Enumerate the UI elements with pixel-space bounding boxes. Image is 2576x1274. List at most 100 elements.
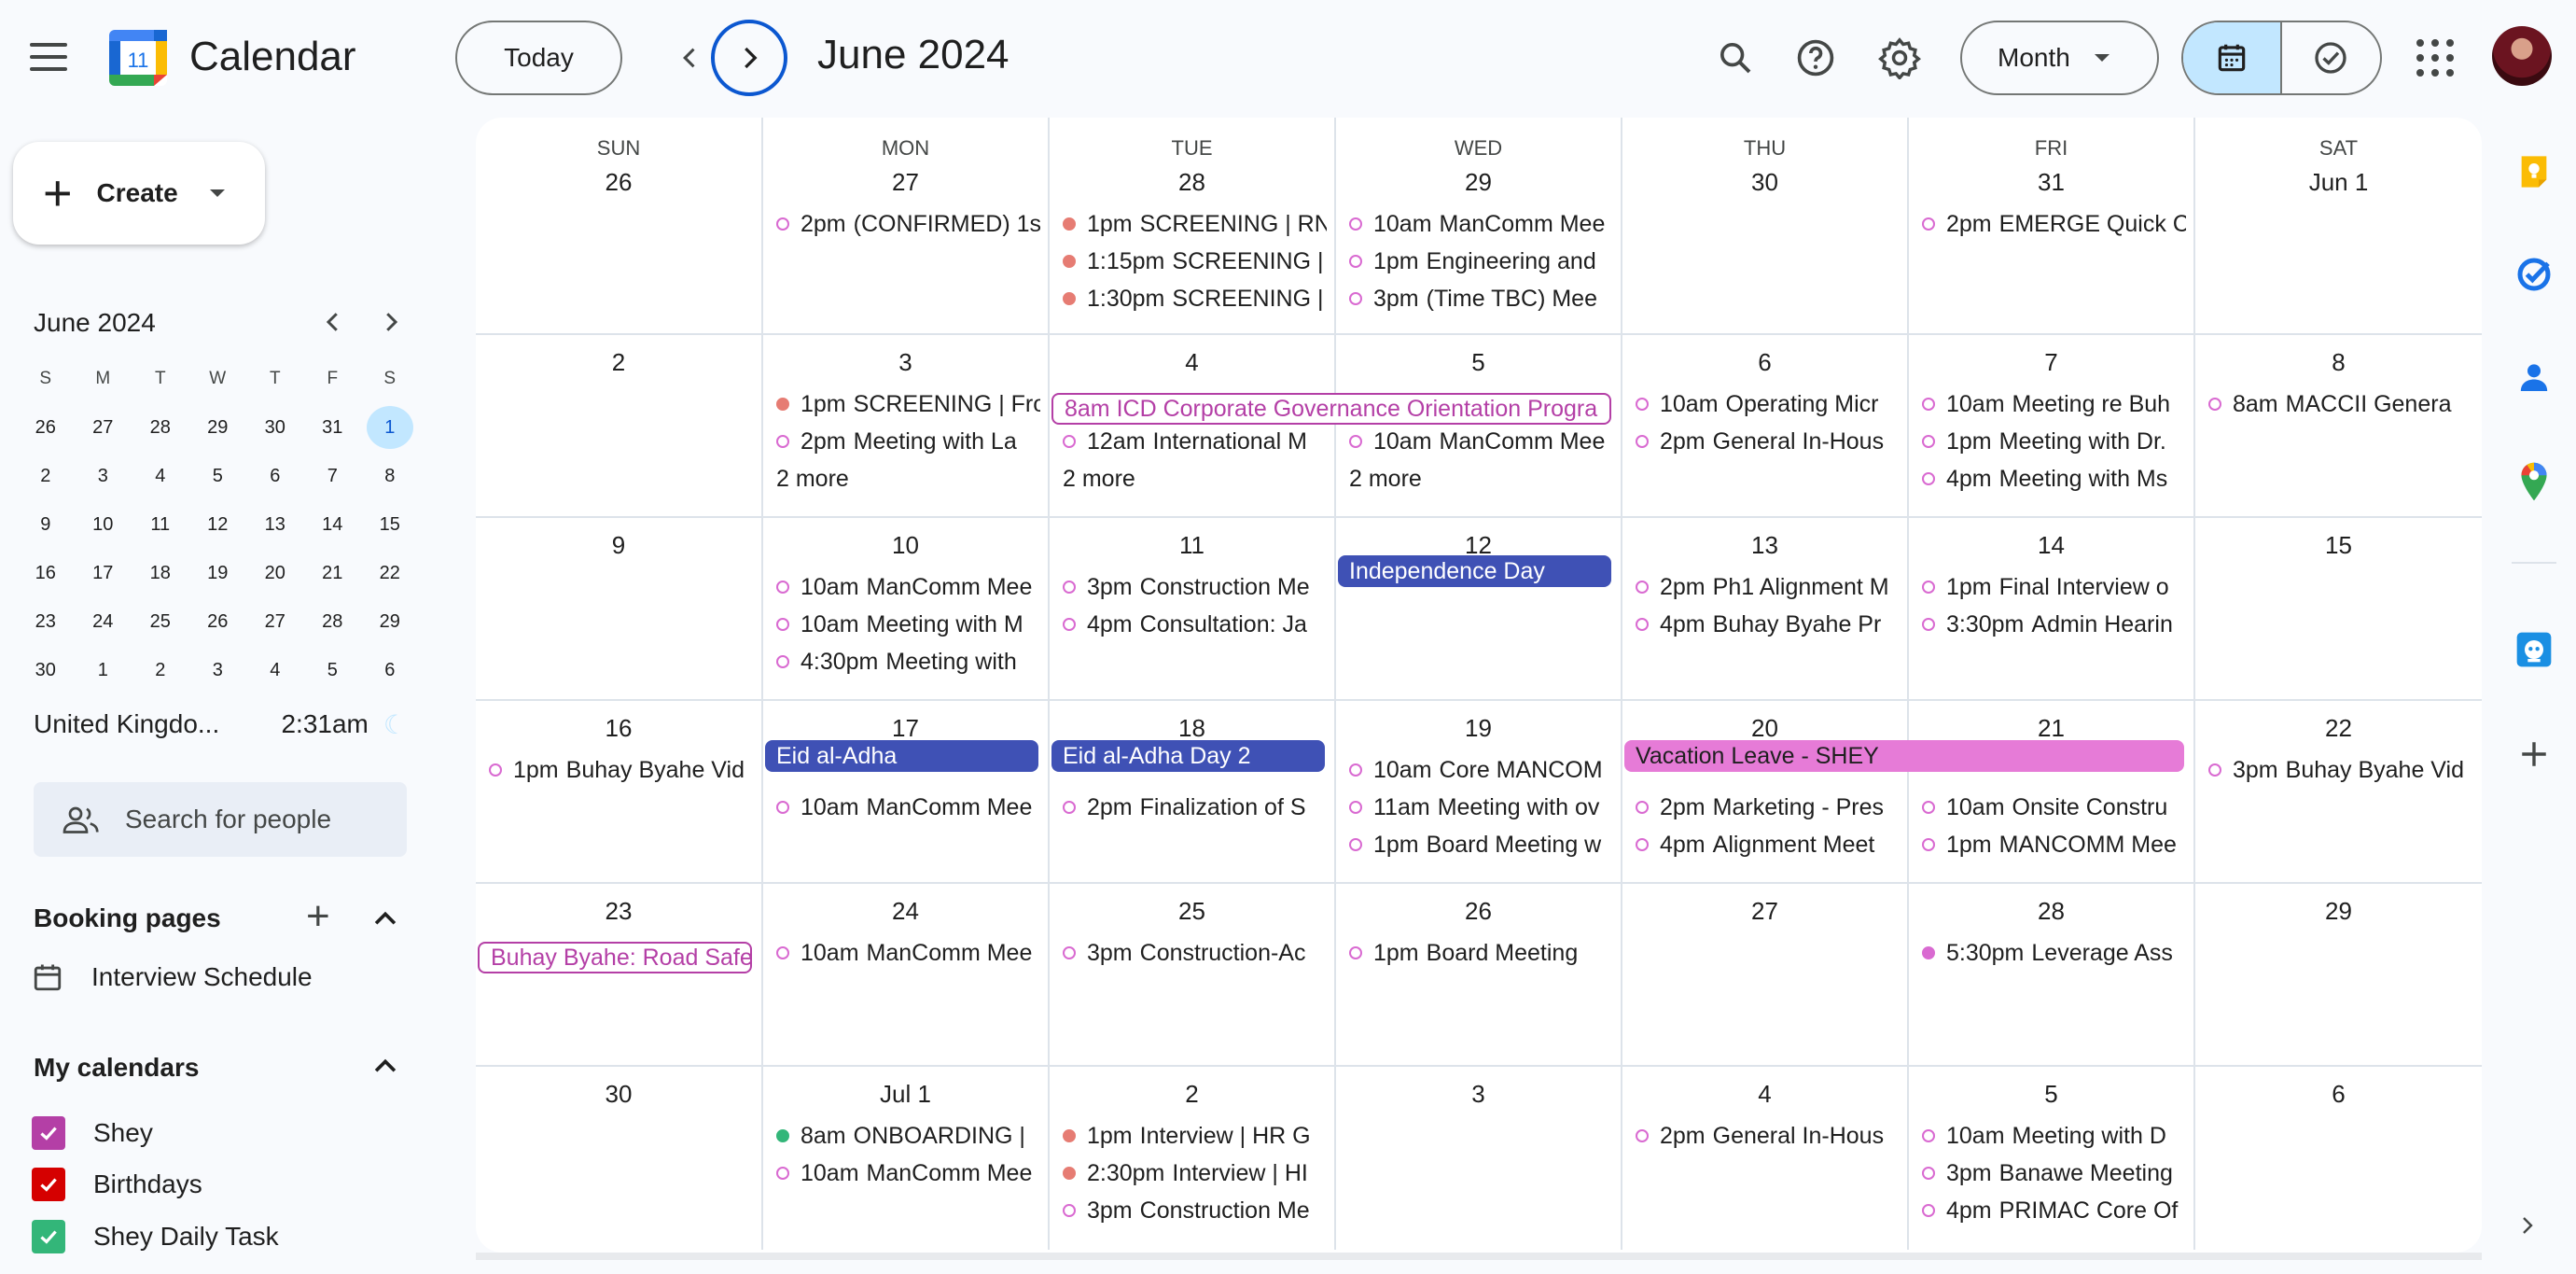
day-cell[interactable]: Jul 1 8am ONBOARDING | 10am ManComm Mee [763,1067,1050,1250]
day-cell[interactable]: 10 10am ManComm Mee 10am Meeting with M 4:30p… [763,518,1050,701]
event-chip[interactable]: 2:30pm Interview | HI [1063,1155,1327,1192]
event-chip[interactable]: 3pm Banawe Meeting [1922,1155,2186,1192]
day-number[interactable]: 14 [1909,531,2193,560]
mini-day[interactable]: 12 [189,500,247,549]
day-number[interactable]: 19 [1336,714,1621,743]
event-chip[interactable]: 3:30pm Admin Hearin [1922,606,2186,643]
day-number[interactable]: 15 [2195,531,2482,560]
day-number[interactable]: 26 [476,168,761,197]
horizontal-scrollbar[interactable] [476,1253,2482,1260]
more-events-link[interactable]: 2 more [776,466,849,493]
all-day-event-banner[interactable]: Independence Day [1338,555,1611,587]
event-chip[interactable]: 4pm Buhay Byahe Pr [1636,606,1900,643]
event-chip[interactable]: 1pm SCREENING | Fro [776,385,1040,423]
calendar-item[interactable]: Birthdays [32,1168,202,1201]
mini-day[interactable]: 30 [17,646,75,694]
event-chip[interactable]: 3pm (Time TBC) Mee [1349,280,1613,317]
day-cell[interactable]: FRI 31 2pm EMERGE Quick C [1909,118,2195,335]
event-chip[interactable]: 1:15pm SCREENING | [1063,243,1327,280]
account-avatar[interactable] [2492,26,2552,86]
day-number[interactable]: 9 [476,531,761,560]
day-number[interactable]: 29 [2195,897,2482,926]
mini-day[interactable]: 26 [189,597,247,646]
main-menu-icon[interactable] [22,34,75,80]
event-chip[interactable]: 10am ManComm Mee [776,1155,1040,1192]
mini-day[interactable]: 6 [246,452,304,500]
mini-day[interactable]: 26 [17,403,75,452]
contacts-icon[interactable] [2513,357,2555,398]
event-chip[interactable]: 12am International M [1063,423,1327,460]
event-chip[interactable]: 2pm Meeting with La [776,423,1040,460]
day-cell[interactable]: 17 10am ManComm Mee [763,701,1050,884]
today-button[interactable]: Today [455,21,622,95]
day-number[interactable]: 6 [1622,348,1907,377]
day-cell[interactable]: 20 2pm Marketing - Pres 4pm Alignment Meet [1622,701,1909,884]
event-chip[interactable]: 10am ManComm Mee [776,934,1040,972]
day-cell[interactable]: 2 1pm Interview | HR G 2:30pm Interview | HI… [1050,1067,1336,1250]
mini-day[interactable]: 20 [246,549,304,597]
mini-day[interactable]: 29 [189,403,247,452]
day-cell[interactable]: 4 12am International M 2 more [1050,335,1336,518]
create-button[interactable]: + Create [13,142,265,245]
mini-day[interactable]: 22 [361,549,419,597]
mini-next-month-button[interactable] [377,308,405,344]
day-cell[interactable]: 29 [2195,884,2482,1067]
event-chip[interactable]: 1pm Interview | HR G [1063,1117,1327,1155]
day-cell[interactable]: 30 [476,1067,763,1250]
day-number[interactable]: 30 [476,1080,761,1109]
day-cell[interactable]: 21 10am Onsite Constru 1pm MANCOMM Mee [1909,701,2195,884]
checkbox-checked-icon[interactable] [32,1168,65,1201]
mini-day[interactable]: 28 [304,597,362,646]
day-number[interactable]: 30 [1622,168,1907,197]
day-number[interactable]: 21 [1909,714,2193,743]
all-day-event-banner[interactable]: Vacation Leave - SHEY [1624,740,2184,772]
mini-day[interactable]: 25 [132,597,189,646]
day-number[interactable]: 10 [763,531,1048,560]
bot-addon-icon[interactable] [2513,629,2555,670]
mini-day[interactable]: 5 [189,452,247,500]
event-chip[interactable]: 3pm Construction-Ac [1063,934,1327,972]
event-chip[interactable]: 4pm Consultation: Ja [1063,606,1327,643]
day-number[interactable]: 28 [1050,168,1334,197]
mini-day[interactable]: 23 [17,597,75,646]
tasks-icon[interactable] [2513,254,2555,295]
all-day-event-banner[interactable]: Eid al-Adha [765,740,1038,772]
day-cell[interactable]: 6 10am Operating Micr 2pm General In-Hous [1622,335,1909,518]
mini-day[interactable]: 4 [132,452,189,500]
settings-gear-icon[interactable] [1872,30,1928,86]
collapse-my-calendars-icon[interactable] [369,1051,401,1087]
day-cell[interactable]: 19 10am Core MANCOM 11am Meeting with ov 1pm B… [1336,701,1622,884]
mini-day[interactable]: 6 [361,646,419,694]
day-number[interactable]: 11 [1050,531,1334,560]
day-cell[interactable]: 16 1pm Buhay Byahe Vid [476,701,763,884]
google-apps-icon[interactable] [2407,37,2458,78]
collapse-booking-pages-icon[interactable] [369,903,401,940]
all-day-event-banner[interactable]: Buhay Byahe: Road Safe [478,942,752,973]
day-number[interactable]: 23 [476,897,761,926]
event-chip[interactable]: 8am ONBOARDING | [776,1117,1040,1155]
event-chip[interactable]: 10am Onsite Constru [1922,789,2186,826]
event-chip[interactable]: 1:30pm SCREENING | [1063,280,1327,317]
day-cell[interactable]: 22 3pm Buhay Byahe Vid [2195,701,2482,884]
mini-day[interactable]: 16 [17,549,75,597]
mini-day[interactable]: 24 [75,597,132,646]
day-cell[interactable]: 5 10am Meeting with D 3pm Banawe Meeting 4pm P… [1909,1067,2195,1250]
day-number[interactable]: 8 [2195,348,2482,377]
day-number[interactable]: 24 [763,897,1048,926]
calendar-logo[interactable]: 11 [107,28,169,88]
event-chip[interactable]: 11am Meeting with ov [1349,789,1613,826]
event-chip[interactable]: 4pm PRIMAC Core Of [1922,1192,2186,1229]
day-cell[interactable]: 13 2pm Ph1 Alignment M 4pm Buhay Byahe Pr [1622,518,1909,701]
day-cell[interactable]: WED 29 10am ManComm Mee 1pm Engineering and 3p… [1336,118,1622,335]
day-number[interactable]: 31 [1909,168,2193,197]
day-cell[interactable]: THU 30 [1622,118,1909,335]
event-chip[interactable]: 3pm Construction Me [1063,568,1327,606]
event-chip[interactable]: 10am Operating Micr [1636,385,1900,423]
day-number[interactable]: 4 [1622,1080,1907,1109]
mini-day[interactable]: 3 [189,646,247,694]
booking-page-interview-schedule[interactable]: Interview Schedule [32,961,313,993]
event-chip[interactable]: 1pm MANCOMM Mee [1922,826,2186,863]
event-chip[interactable]: 2pm Marketing - Pres [1636,789,1900,826]
mini-day[interactable]: 28 [132,403,189,452]
next-month-button[interactable] [711,20,787,96]
